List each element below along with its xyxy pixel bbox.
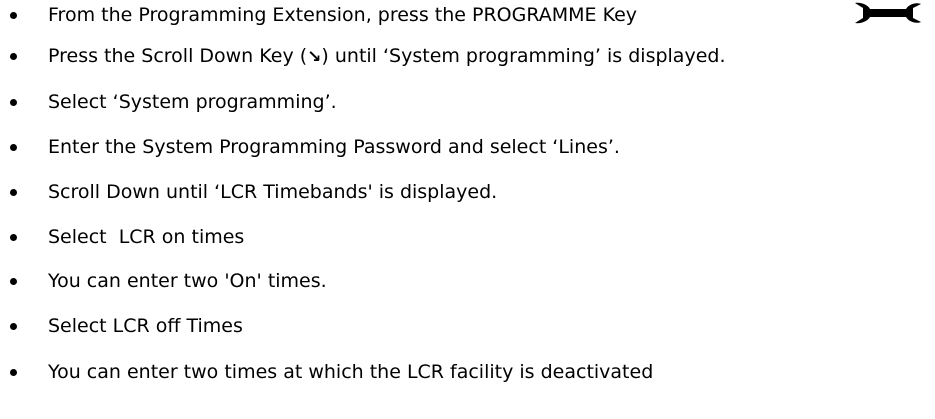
bullet-icon [10,53,17,60]
list-item: Press the Scroll Down Key (↘) until ‘Sys… [0,41,935,71]
list-item-text: You can enter two 'On' times. [48,270,327,292]
bullet-icon [10,234,17,241]
list-item: Select LCR on times [0,222,935,252]
list-item-text: From the Programming Extension, press th… [48,4,638,26]
list-item-text-end: ) until ‘System programming’ is displaye… [321,45,726,67]
list-item-text: Enter the System Programming Password an… [48,136,620,158]
bullet-icon [10,369,17,376]
list-item-text: Select LCR off Times [48,315,243,337]
scroll-down-arrow-icon: ↘ [307,47,322,67]
list-item-text: Select ‘System programming’. [48,91,337,113]
list-item: Select LCR off Times [0,311,935,341]
list-item-text: Select LCR on times [48,226,245,248]
list-item: Select ‘System programming’. [0,87,935,117]
list-item-text: Press the Scroll Down Key (↘) until ‘Sys… [48,41,725,72]
list-item: From the Programming Extension, press th… [0,0,935,30]
bullet-icon [10,278,17,285]
list-item: You can enter two times at which the LCR… [0,357,935,387]
list-item: Enter the System Programming Password an… [0,132,935,162]
list-item-text-start: Press the Scroll Down Key ( [48,45,308,67]
bullet-icon [10,12,17,19]
list-item: You can enter two 'On' times. [0,266,935,296]
list-item: Scroll Down until ‘LCR Timebands' is dis… [0,177,935,207]
bullet-icon [10,144,17,151]
bullet-icon [10,189,17,196]
list-item-text: You can enter two times at which the LCR… [48,361,654,383]
bullet-icon [10,323,17,330]
list-item-text: Scroll Down until ‘LCR Timebands' is dis… [48,181,498,203]
wrench-icon [855,2,921,24]
instruction-document: From the Programming Extension, press th… [0,0,935,419]
bullet-icon [10,99,17,106]
